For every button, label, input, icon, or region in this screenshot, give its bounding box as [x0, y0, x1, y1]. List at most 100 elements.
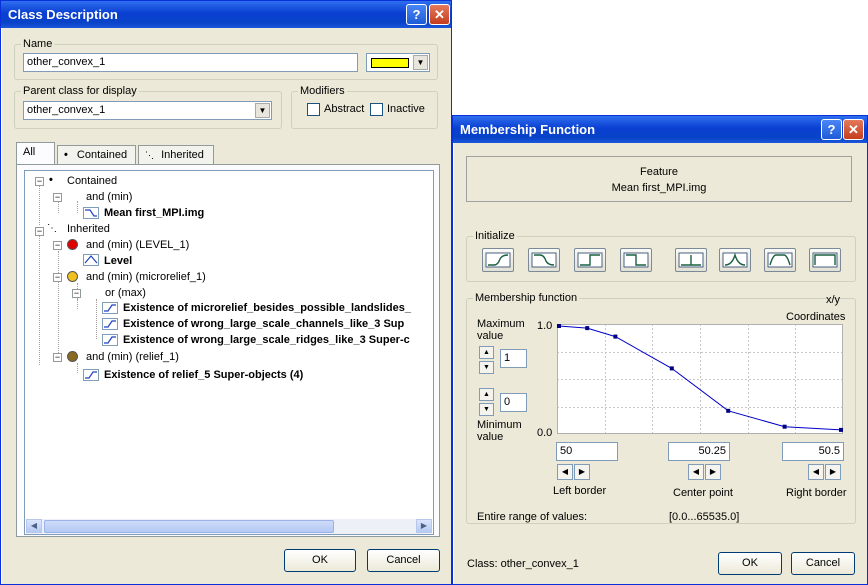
tree-node-and-level[interactable]: and (min) (LEVEL_1) — [86, 239, 189, 251]
tree-line — [77, 201, 78, 213]
center-point-input[interactable]: 50.25 — [668, 442, 730, 461]
color-swatch — [371, 58, 409, 68]
smaller-boolean-icon — [623, 252, 649, 268]
init-larger-button[interactable] — [482, 248, 514, 272]
tree-line — [39, 185, 40, 225]
collapse-icon[interactable]: − — [53, 273, 62, 282]
tree-node-inherited[interactable]: Inherited — [67, 223, 110, 235]
init-about-range-button[interactable] — [764, 248, 796, 272]
tree-line — [58, 251, 59, 357]
collapse-icon[interactable]: − — [35, 177, 44, 186]
class-color-dot — [67, 271, 78, 282]
tab-all[interactable]: All — [16, 142, 55, 164]
right-border-input[interactable]: 50.5 — [782, 442, 844, 461]
dot-icon: • — [64, 149, 68, 161]
membership-function-plot[interactable] — [557, 324, 843, 434]
init-gaussian-button[interactable] — [719, 248, 751, 272]
init-single-value-button[interactable] — [675, 248, 707, 272]
tree-node-or-max[interactable]: or (max) — [105, 287, 146, 299]
right-border-decrease-icon[interactable]: ◀ — [808, 464, 824, 480]
max-value-up-icon[interactable]: ▲ — [479, 346, 494, 359]
chevron-down-icon[interactable]: ▼ — [413, 55, 428, 70]
horizontal-scrollbar[interactable]: ◀ ▶ — [26, 519, 432, 534]
class-tree[interactable]: − • Contained − and (min) Mean first_MPI… — [24, 170, 434, 535]
help-button[interactable]: ? — [406, 4, 427, 25]
y-min-tick: 0.0 — [537, 427, 553, 439]
xy-label: x/y — [826, 294, 841, 306]
parent-class-label: Parent class for display — [21, 85, 139, 97]
init-full-range-button[interactable] — [809, 248, 841, 272]
curve-point[interactable] — [585, 326, 590, 331]
scroll-right-icon[interactable]: ▶ — [416, 519, 432, 533]
class-description-titlebar[interactable]: Class Description — [1, 1, 451, 28]
center-point-increase-icon[interactable]: ▶ — [705, 464, 721, 480]
center-point-decrease-icon[interactable]: ◀ — [688, 464, 704, 480]
ok-button[interactable]: OK — [284, 549, 356, 572]
curve-point[interactable] — [557, 324, 561, 328]
scroll-thumb[interactable] — [44, 520, 334, 533]
class-description-window: Class Description ? ✕ Name other_convex_… — [0, 0, 452, 585]
membership-function-window: Membership Function ? ✕ Feature Mean fir… — [452, 115, 868, 585]
membership-function-titlebar[interactable]: Membership Function — [453, 116, 867, 143]
init-larger-boolean-button[interactable] — [574, 248, 606, 272]
membership-function-icon — [83, 254, 99, 266]
scroll-left-icon[interactable]: ◀ — [26, 519, 42, 533]
collapse-icon[interactable]: − — [53, 241, 62, 250]
close-button[interactable]: ✕ — [843, 119, 864, 140]
right-border-label: Right border — [786, 487, 847, 499]
close-button[interactable]: ✕ — [429, 4, 450, 25]
tree-node-mean-feature[interactable]: Mean first_MPI.img — [104, 207, 204, 219]
init-smaller-boolean-button[interactable] — [620, 248, 652, 272]
inherited-dots-icon: ⋱ — [145, 150, 154, 160]
tree-node-existence-microrelief[interactable]: Existence of microrelief_besides_possibl… — [123, 302, 411, 314]
chevron-down-icon[interactable]: ▼ — [255, 103, 270, 118]
class-color-picker[interactable]: ▼ — [366, 53, 430, 72]
tree-node-and-min[interactable]: and (min) — [86, 191, 132, 203]
abstract-checkbox[interactable] — [307, 103, 320, 116]
parent-class-dropdown[interactable]: other_convex_1 ▼ — [23, 101, 272, 120]
collapse-icon[interactable]: − — [53, 193, 62, 202]
initialize-label: Initialize — [473, 230, 517, 242]
tree-node-existence-relief[interactable]: Existence of relief_5 Super-objects (4) — [104, 369, 303, 381]
ok-button[interactable]: OK — [718, 552, 782, 575]
cancel-button[interactable]: Cancel — [367, 549, 440, 572]
curve-point[interactable] — [669, 366, 674, 371]
left-border-increase-icon[interactable]: ▶ — [574, 464, 590, 480]
collapse-icon[interactable]: − — [53, 353, 62, 362]
min-value-input[interactable]: 0 — [500, 393, 527, 412]
tree-node-existence-channels[interactable]: Existence of wrong_large_scale_channels_… — [123, 318, 404, 330]
collapse-icon[interactable]: − — [35, 227, 44, 236]
tree-node-and-microrelief[interactable]: and (min) (microrelief_1) — [86, 271, 206, 283]
curve-point[interactable] — [782, 424, 787, 429]
tab-all-label: All — [23, 146, 36, 158]
right-border-increase-icon[interactable]: ▶ — [825, 464, 841, 480]
cancel-button[interactable]: Cancel — [791, 552, 855, 575]
tab-inherited[interactable]: ⋱ Inherited — [138, 145, 214, 165]
left-border-input[interactable]: 50 — [556, 442, 618, 461]
tree-node-contained[interactable]: Contained — [67, 175, 117, 187]
min-value-up-icon[interactable]: ▲ — [479, 388, 494, 401]
maximum-value-label: Maximum value — [477, 318, 525, 342]
membership-function-icon — [83, 207, 99, 219]
tree-line — [77, 363, 78, 373]
tree-node-existence-ridges[interactable]: Existence of wrong_large_scale_ridges_li… — [123, 334, 410, 346]
class-color-dot — [67, 239, 78, 250]
curve-point[interactable] — [839, 427, 843, 432]
inactive-checkbox[interactable] — [370, 103, 383, 116]
curve-point[interactable] — [613, 334, 618, 339]
min-value-down-icon[interactable]: ▼ — [479, 403, 494, 416]
tab-contained[interactable]: • Contained — [57, 145, 136, 165]
curve-point[interactable] — [726, 408, 731, 413]
center-point-label: Center point — [673, 487, 733, 499]
left-border-label: Left border — [553, 485, 607, 497]
class-name-input[interactable]: other_convex_1 — [23, 53, 358, 72]
left-border-decrease-icon[interactable]: ◀ — [557, 464, 573, 480]
collapse-icon[interactable]: − — [72, 289, 81, 298]
y-max-tick: 1.0 — [537, 320, 553, 332]
max-value-down-icon[interactable]: ▼ — [479, 361, 494, 374]
help-button[interactable]: ? — [821, 119, 842, 140]
tree-node-and-relief[interactable]: and (min) (relief_1) — [86, 351, 179, 363]
max-value-input[interactable]: 1 — [500, 349, 527, 368]
init-smaller-button[interactable] — [528, 248, 560, 272]
tree-node-level[interactable]: Level — [104, 255, 132, 267]
